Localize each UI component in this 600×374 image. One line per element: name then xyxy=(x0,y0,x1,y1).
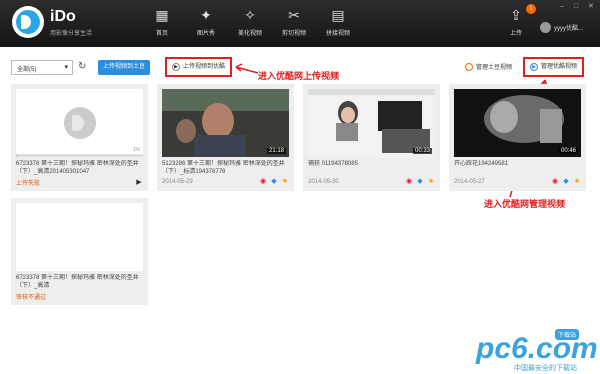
review-status: 审核不通过 xyxy=(16,295,47,301)
video-meta: 2014-05-30 ◉ ◆ ★ xyxy=(308,178,435,186)
star-icon[interactable]: ★ xyxy=(427,178,435,186)
upload-status: 上传失败 xyxy=(16,181,41,187)
watermark-subtitle: 中国最安全的下载站 xyxy=(514,365,577,372)
annotation-upload: 进入优酷网上传视频 xyxy=(258,71,340,81)
upload-progress-bar xyxy=(16,154,143,157)
share-icon[interactable]: ◆ xyxy=(416,178,424,186)
video-card[interactable]: 00:46 开心踩花194249581 2014-05-27 ◉ ◆ ★ xyxy=(449,84,586,191)
upload-progress-text: 1% xyxy=(132,147,140,153)
video-thumbnail[interactable]: 1% xyxy=(16,89,143,157)
video-frame xyxy=(454,89,581,157)
weibo-icon[interactable]: ◉ xyxy=(405,178,413,186)
video-thumbnail[interactable]: 00:33 xyxy=(308,89,435,157)
weibo-icon[interactable]: ◉ xyxy=(551,178,559,186)
video-card[interactable]: 6723378 第十三期！探秘玛雅 密林深处的圣井（下）_高清 审核不通过 xyxy=(11,198,148,305)
weibo-icon[interactable]: ◉ xyxy=(259,178,267,186)
video-title: 6723378 第十三期！探秘玛雅 密林深处的圣井（下）_高清201405301… xyxy=(16,161,139,175)
video-meta: 2014-05-29 ◉ ◆ ★ xyxy=(162,178,289,186)
video-card[interactable]: 00:33 捕获 01194378085 2014-05-30 ◉ ◆ ★ xyxy=(303,84,440,191)
video-thumbnail[interactable]: 21:18 xyxy=(162,89,289,157)
video-date: 2014-05-29 xyxy=(162,179,193,185)
video-duration: 00:33 xyxy=(412,148,432,154)
video-meta: 审核不通过 xyxy=(16,292,143,301)
video-thumbnail[interactable]: 00:46 xyxy=(454,89,581,157)
share-icon[interactable]: ◆ xyxy=(562,178,570,186)
watermark-logo: pc6.com xyxy=(476,332,598,365)
video-title: 捕获 01194378085 xyxy=(308,161,358,167)
star-icon[interactable]: ★ xyxy=(281,178,289,186)
video-card[interactable]: 1% 6723378 第十三期！探秘玛雅 密林深处的圣井（下）_高清201405… xyxy=(11,84,148,191)
annotation-manage: 进入优酷网管理视频 xyxy=(484,199,566,209)
video-title: 5123286 第十三期！探秘玛雅 密林深处的圣井（下）_标清194378778 xyxy=(162,161,285,175)
placeholder-logo-icon xyxy=(64,107,96,139)
video-meta: 上传失败 ▶ xyxy=(16,178,143,188)
play-icon[interactable]: ▶ xyxy=(135,179,143,187)
video-frame xyxy=(308,89,435,157)
share-icon[interactable]: ◆ xyxy=(270,178,278,186)
video-title: 开心踩花194249581 xyxy=(454,161,509,167)
video-date: 2014-05-27 xyxy=(454,179,485,185)
video-frame xyxy=(162,89,289,157)
video-title: 6723378 第十三期！探秘玛雅 密林深处的圣井（下）_高清 xyxy=(16,275,139,289)
video-card[interactable]: 21:18 5123286 第十三期！探秘玛雅 密林深处的圣井（下）_标清194… xyxy=(157,84,294,191)
star-icon[interactable]: ★ xyxy=(573,178,581,186)
video-meta: 2014-05-27 ◉ ◆ ★ xyxy=(454,178,581,186)
video-thumbnail[interactable] xyxy=(16,203,143,271)
video-duration: 00:46 xyxy=(558,148,578,154)
video-date: 2014-05-30 xyxy=(308,179,339,185)
video-duration: 21:18 xyxy=(266,148,286,154)
